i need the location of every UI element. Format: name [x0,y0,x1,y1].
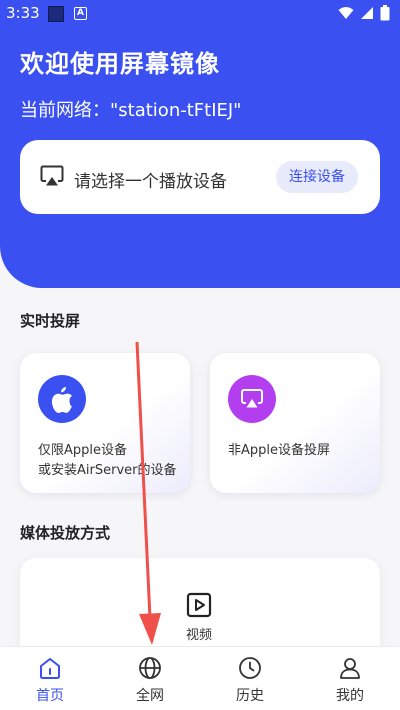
non-apple-card-text: 非Apple设备投屏 [228,443,331,458]
non-apple-cast-card[interactable]: 非Apple设备投屏 [210,353,380,493]
tab-network-label: 全网 [136,688,164,704]
user-icon [340,658,360,679]
apple-icon [38,375,86,423]
status-bar: 3:33 A [0,0,400,28]
video-label[interactable]: 视频 [186,624,212,643]
battery-icon [380,5,390,21]
device-select-card[interactable]: 请选择一个播放设备 连接设备 [20,140,380,214]
apple-card-line2: 或安装AirServer的设备 [38,463,177,478]
airplay-icon [228,375,276,423]
apple-cast-card[interactable]: 仅限Apple设备 或安装AirServer的设备 [20,353,190,493]
home-icon [40,658,60,679]
tab-home-label: 首页 [36,688,64,704]
current-network-label: 当前网络："station-tFtIEJ" [20,100,242,121]
tab-history-label: 历史 [236,688,264,704]
tab-mine[interactable]: 我的 [300,653,400,709]
realtime-section-title: 实时投屏 [20,312,81,330]
clock-icon [239,657,261,679]
notification-square-icon [48,6,64,22]
media-section-title: 媒体投放方式 [20,524,111,542]
apple-card-text: 仅限Apple设备 或安装AirServer的设备 [38,441,176,481]
tab-mine-label: 我的 [336,688,364,704]
tab-network[interactable]: 全网 [100,653,200,709]
apple-card-line1: 仅限Apple设备 [38,443,128,458]
page-title: 欢迎使用屏幕镜像 [20,50,220,78]
wifi-icon [338,7,354,19]
video-play-icon[interactable] [186,592,212,618]
a-notification-icon: A [74,7,87,20]
connect-device-button[interactable]: 连接设备 [276,161,358,193]
globe-icon [139,657,161,679]
bottom-tab-bar: 首页 全网 历史 我的 [0,646,400,710]
status-icons [338,5,390,21]
tab-history[interactable]: 历史 [200,653,300,709]
tab-home[interactable]: 首页 [0,653,100,709]
signal-icon [361,7,373,19]
device-prompt: 请选择一个播放设备 [74,172,227,192]
status-time: 3:33 [6,4,40,22]
screen-cast-icon [40,165,64,186]
